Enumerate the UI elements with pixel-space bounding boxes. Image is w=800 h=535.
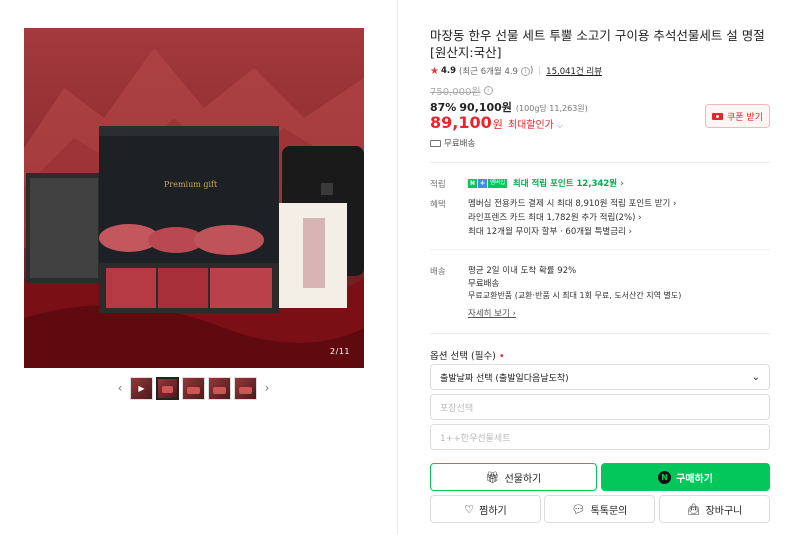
coupon-button-label: 쿠폰 받기 bbox=[727, 112, 763, 123]
gift-set-illustration bbox=[24, 48, 364, 368]
box-label: Premium gift bbox=[164, 180, 218, 189]
gift-button-label: 선물하기 bbox=[504, 473, 542, 485]
gift-icon: 🎁︎ bbox=[485, 470, 500, 484]
thumbnail-item[interactable] bbox=[182, 376, 205, 400]
original-price-value: 750,000원 bbox=[430, 87, 481, 98]
thumbnail-item[interactable] bbox=[156, 376, 179, 400]
npay-n-badge: N bbox=[468, 179, 477, 188]
shopping-bag-icon: 👜︎ bbox=[686, 502, 701, 516]
npay-membership-badge: N + 멤버십 bbox=[468, 179, 508, 188]
buy-button-label: 구매하기 bbox=[676, 473, 713, 485]
image-counter: 2/11 bbox=[330, 347, 350, 356]
delivery-line: 무료교환반품 (교환·반품 시 최대 1회 무료, 도서산간 지역 별도) bbox=[468, 291, 682, 300]
perk-item[interactable]: 최대 12개월 무이자 할부 · 60개월 특별금리 › bbox=[468, 225, 632, 237]
product-title: 마장동 한우 선물 세트 투뿔 소고기 구이용 추석선물세트 설 명절 [원산지… bbox=[430, 28, 765, 60]
product-gallery: Premium gift 2/11 ‹ ▶ › bbox=[0, 0, 398, 535]
thumbnail-prev-button[interactable]: ‹ bbox=[113, 376, 127, 400]
thumbnail-next-button[interactable]: › bbox=[260, 376, 274, 400]
product-option-select[interactable]: 1++한우선물세트 bbox=[430, 424, 770, 450]
points-label: 적립 bbox=[430, 180, 446, 190]
rating-summary: ★ 4.9 (최근 6개월 4.9 i ) | 15,041건 리뷰 bbox=[430, 65, 602, 78]
delivery-label: 배송 bbox=[430, 267, 446, 277]
delivery-detail-link[interactable]: 자세히 보기 › bbox=[468, 307, 516, 319]
npay-membership-label: 멤버십 bbox=[488, 179, 508, 188]
buy-button[interactable]: N 구매하기 bbox=[601, 463, 770, 491]
price-info-icon[interactable]: i bbox=[483, 86, 493, 95]
truck-icon bbox=[430, 139, 441, 147]
option-label: 옵션 선택 (필수) • bbox=[430, 348, 505, 362]
divider bbox=[430, 249, 770, 250]
chat-icon: 💬︎ bbox=[571, 502, 586, 516]
thumbnail-item[interactable] bbox=[208, 376, 231, 400]
free-shipping-tag: 무료배송 bbox=[430, 137, 475, 149]
free-shipping-label: 무료배송 bbox=[444, 139, 476, 149]
packaging-select[interactable]: 포장선택 bbox=[430, 394, 770, 420]
product-main-image[interactable]: Premium gift 2/11 bbox=[24, 28, 364, 368]
npay-plus-badge: + bbox=[478, 179, 487, 188]
thumbnail-image bbox=[162, 385, 173, 393]
perk-item[interactable]: 라인프렌즈 카드 최대 1,782원 추가 적립(2%) › bbox=[468, 211, 642, 223]
option-label-text: 옵션 선택 (필수) bbox=[430, 351, 496, 362]
max-discount-label: 최대할인가 bbox=[507, 120, 554, 131]
divider bbox=[430, 333, 770, 334]
cart-button-label: 장바구니 bbox=[705, 505, 743, 517]
perk-item[interactable]: 멤버십 전용카드 결제 시 최대 8,910원 적립 포인트 받기 › bbox=[468, 197, 676, 209]
select-value: 출발날짜 선택 (출발일다음날도착) bbox=[440, 373, 569, 384]
thumbnail-image bbox=[213, 386, 226, 394]
max-discount-price: 89,100 bbox=[430, 113, 492, 132]
rating-recent-close: ) bbox=[529, 66, 534, 76]
max-discount-line[interactable]: 89,100 원 최대할인가 ⌵ bbox=[430, 113, 563, 132]
play-icon: ▶ bbox=[138, 383, 145, 393]
max-points-text: 최대 적립 포인트 12,342원 › bbox=[512, 179, 624, 189]
thumbnail-item[interactable] bbox=[234, 376, 257, 400]
delivery-line: 평균 2일 이내 도착 확률 92% bbox=[468, 266, 577, 276]
chevron-down-icon: ⌄ bbox=[751, 371, 760, 383]
chevron-down-icon: ⌵ bbox=[556, 121, 563, 130]
select-placeholder: 포장선택 bbox=[440, 403, 474, 414]
thumbnail-image bbox=[187, 386, 200, 394]
star-icon: ★ bbox=[430, 65, 439, 77]
rating-recent: (최근 6개월 4.9 bbox=[459, 67, 518, 77]
review-count-link[interactable]: 15,041건 리뷰 bbox=[546, 65, 602, 77]
info-icon[interactable]: i bbox=[520, 66, 530, 76]
cart-button[interactable]: 👜︎ 장바구니 bbox=[659, 495, 770, 523]
npay-icon: N bbox=[658, 470, 672, 484]
currency-unit: 원 bbox=[492, 118, 503, 131]
coupon-button[interactable]: 쿠폰 받기 bbox=[705, 104, 770, 128]
departure-date-select[interactable]: 출발날짜 선택 (출발일다음날도착) ⌄ bbox=[430, 364, 770, 390]
perks-label: 혜택 bbox=[430, 200, 446, 210]
talk-inquiry-button[interactable]: 💬︎ 톡톡문의 bbox=[544, 495, 655, 523]
original-price: 750,000원 i bbox=[430, 83, 493, 98]
required-mark: • bbox=[498, 351, 505, 362]
points-row[interactable]: N + 멤버십 최대 적립 포인트 12,342원 › bbox=[468, 177, 624, 189]
wish-button-label: 찜하기 bbox=[479, 505, 507, 517]
coupon-icon bbox=[712, 112, 723, 120]
heart-icon: ♡ bbox=[464, 502, 475, 516]
wish-button[interactable]: ♡ 찜하기 bbox=[430, 495, 541, 523]
separator: | bbox=[538, 66, 542, 76]
talk-button-label: 톡톡문의 bbox=[590, 505, 628, 517]
select-placeholder: 1++한우선물세트 bbox=[440, 433, 511, 444]
delivery-line: 무료배송 bbox=[468, 279, 500, 289]
thumbnail-image bbox=[239, 386, 252, 394]
thumbnail-strip: ‹ ▶ › bbox=[113, 376, 274, 400]
thumbnail-video[interactable]: ▶ bbox=[130, 376, 153, 400]
rating-score: 4.9 bbox=[440, 66, 457, 76]
divider bbox=[430, 162, 770, 163]
gift-button[interactable]: 🎁︎ 선물하기 bbox=[430, 463, 597, 491]
